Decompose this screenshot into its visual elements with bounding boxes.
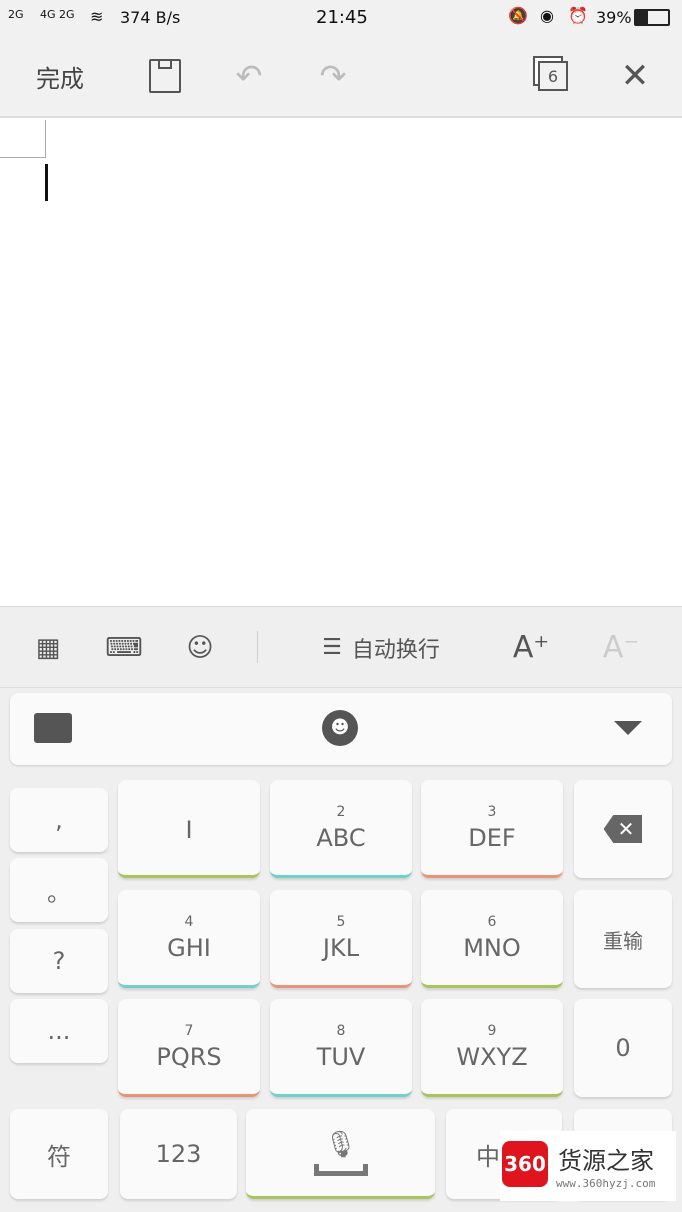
tabs-icon: 6 <box>538 61 568 91</box>
watermark-url: www.360hyzj.com <box>556 1177 656 1190</box>
emoji-face-icon[interactable]: ☻ <box>322 710 358 746</box>
wrap-label: 自动换行 <box>351 637 440 663</box>
key-period[interactable]: 。 <box>10 858 108 922</box>
undo-button[interactable]: ↶ <box>224 36 274 116</box>
collapse-keyboard-icon[interactable] <box>614 721 642 735</box>
rotation-lock-icon: ◉ <box>540 6 554 25</box>
divider <box>257 631 258 663</box>
alarm-icon: ⏰ <box>568 6 588 25</box>
key-question[interactable]: ? <box>10 929 108 993</box>
wifi-icon: ≋ <box>90 7 104 26</box>
keyboard-switch-icon[interactable] <box>34 713 72 743</box>
undo-icon: ↶ <box>235 57 263 95</box>
backspace-icon: ✕ <box>603 815 643 843</box>
font-increase-button[interactable]: A⁺ <box>508 607 554 688</box>
space-voice-key[interactable]: 🎙 <box>246 1109 435 1199</box>
key-2[interactable]: 2 ABC <box>270 780 412 878</box>
key-9[interactable]: 9 WXYZ <box>421 999 563 1097</box>
key-7[interactable]: 7 PQRS <box>118 999 260 1097</box>
close-icon: ✕ <box>620 56 650 96</box>
watermark-name: 货源之家 <box>558 1147 654 1175</box>
keyboard-panel: ▦ ⌨ ☺ ☰ 自动换行 A⁺ A⁻ ☻ , 。 ? ... I 2 ABC 3 DE… <box>0 606 682 1212</box>
redo-icon: ↷ <box>319 57 347 95</box>
grid-icon: ▦ <box>35 632 61 663</box>
clock: 21:45 <box>316 7 368 28</box>
key-ellipsis[interactable]: ... <box>10 999 108 1063</box>
microphone-icon: 🎙 <box>323 1129 357 1160</box>
tabs-button[interactable]: 6 <box>528 36 578 116</box>
key-6[interactable]: 6 MNO <box>421 890 563 988</box>
document-area[interactable] <box>0 120 682 606</box>
close-button[interactable]: ✕ <box>610 36 660 116</box>
backspace-key[interactable]: ✕ <box>574 780 672 878</box>
space-icon <box>313 1163 368 1176</box>
done-button[interactable]: 完成 <box>20 36 100 116</box>
save-icon <box>149 59 181 93</box>
candidate-bar: ☻ <box>10 693 672 765</box>
wrap-icon: ☰ <box>322 635 342 660</box>
numbers-key[interactable]: 123 <box>120 1109 237 1199</box>
watermark-logo: 360 <box>502 1141 548 1187</box>
keyboard-icon: ⌨ <box>105 632 143 663</box>
status-bar: 2G 4G 2G ≋ 374 B/s 21:45 🔕 ◉ ⏰ 39% <box>0 0 682 36</box>
symbols-key[interactable]: 符 <box>10 1109 108 1199</box>
key-0[interactable]: 0 <box>574 999 672 1097</box>
battery-percent: 39% <box>596 8 632 27</box>
battery-icon <box>634 9 670 26</box>
signal-indicator: 2G <box>8 8 24 21</box>
grid-button[interactable]: ▦ <box>26 607 70 688</box>
emoji-icon: ☺ <box>186 632 214 663</box>
key-4[interactable]: 4 GHI <box>118 890 260 988</box>
page-corner-marker <box>0 120 46 158</box>
signal-indicator-2: 4G 2G <box>40 8 75 21</box>
network-speed: 374 B/s <box>120 8 181 27</box>
text-cursor <box>45 164 48 201</box>
emoji-button[interactable]: ☺ <box>178 607 222 688</box>
editor-toolbar: 完成 ↶ ↷ 6 ✕ <box>0 36 682 118</box>
key-1[interactable]: I <box>118 780 260 878</box>
key-3[interactable]: 3 DEF <box>421 780 563 878</box>
word-wrap-button[interactable]: ☰ 自动换行 <box>296 607 466 688</box>
font-decrease-button[interactable]: A⁻ <box>598 607 644 688</box>
key-comma[interactable]: , <box>10 788 108 852</box>
mute-icon: 🔕 <box>508 6 528 25</box>
watermark: 360 货源之家 www.360hyzj.com <box>500 1131 676 1201</box>
format-toolbar: ▦ ⌨ ☺ ☰ 自动换行 A⁺ A⁻ <box>0 607 682 688</box>
redo-button[interactable]: ↷ <box>308 36 358 116</box>
key-5[interactable]: 5 JKL <box>270 890 412 988</box>
keyboard-toggle-button[interactable]: ⌨ <box>102 607 146 688</box>
key-8[interactable]: 8 TUV <box>270 999 412 1097</box>
reenter-key[interactable]: 重输 <box>574 890 672 988</box>
save-button[interactable] <box>140 36 190 116</box>
